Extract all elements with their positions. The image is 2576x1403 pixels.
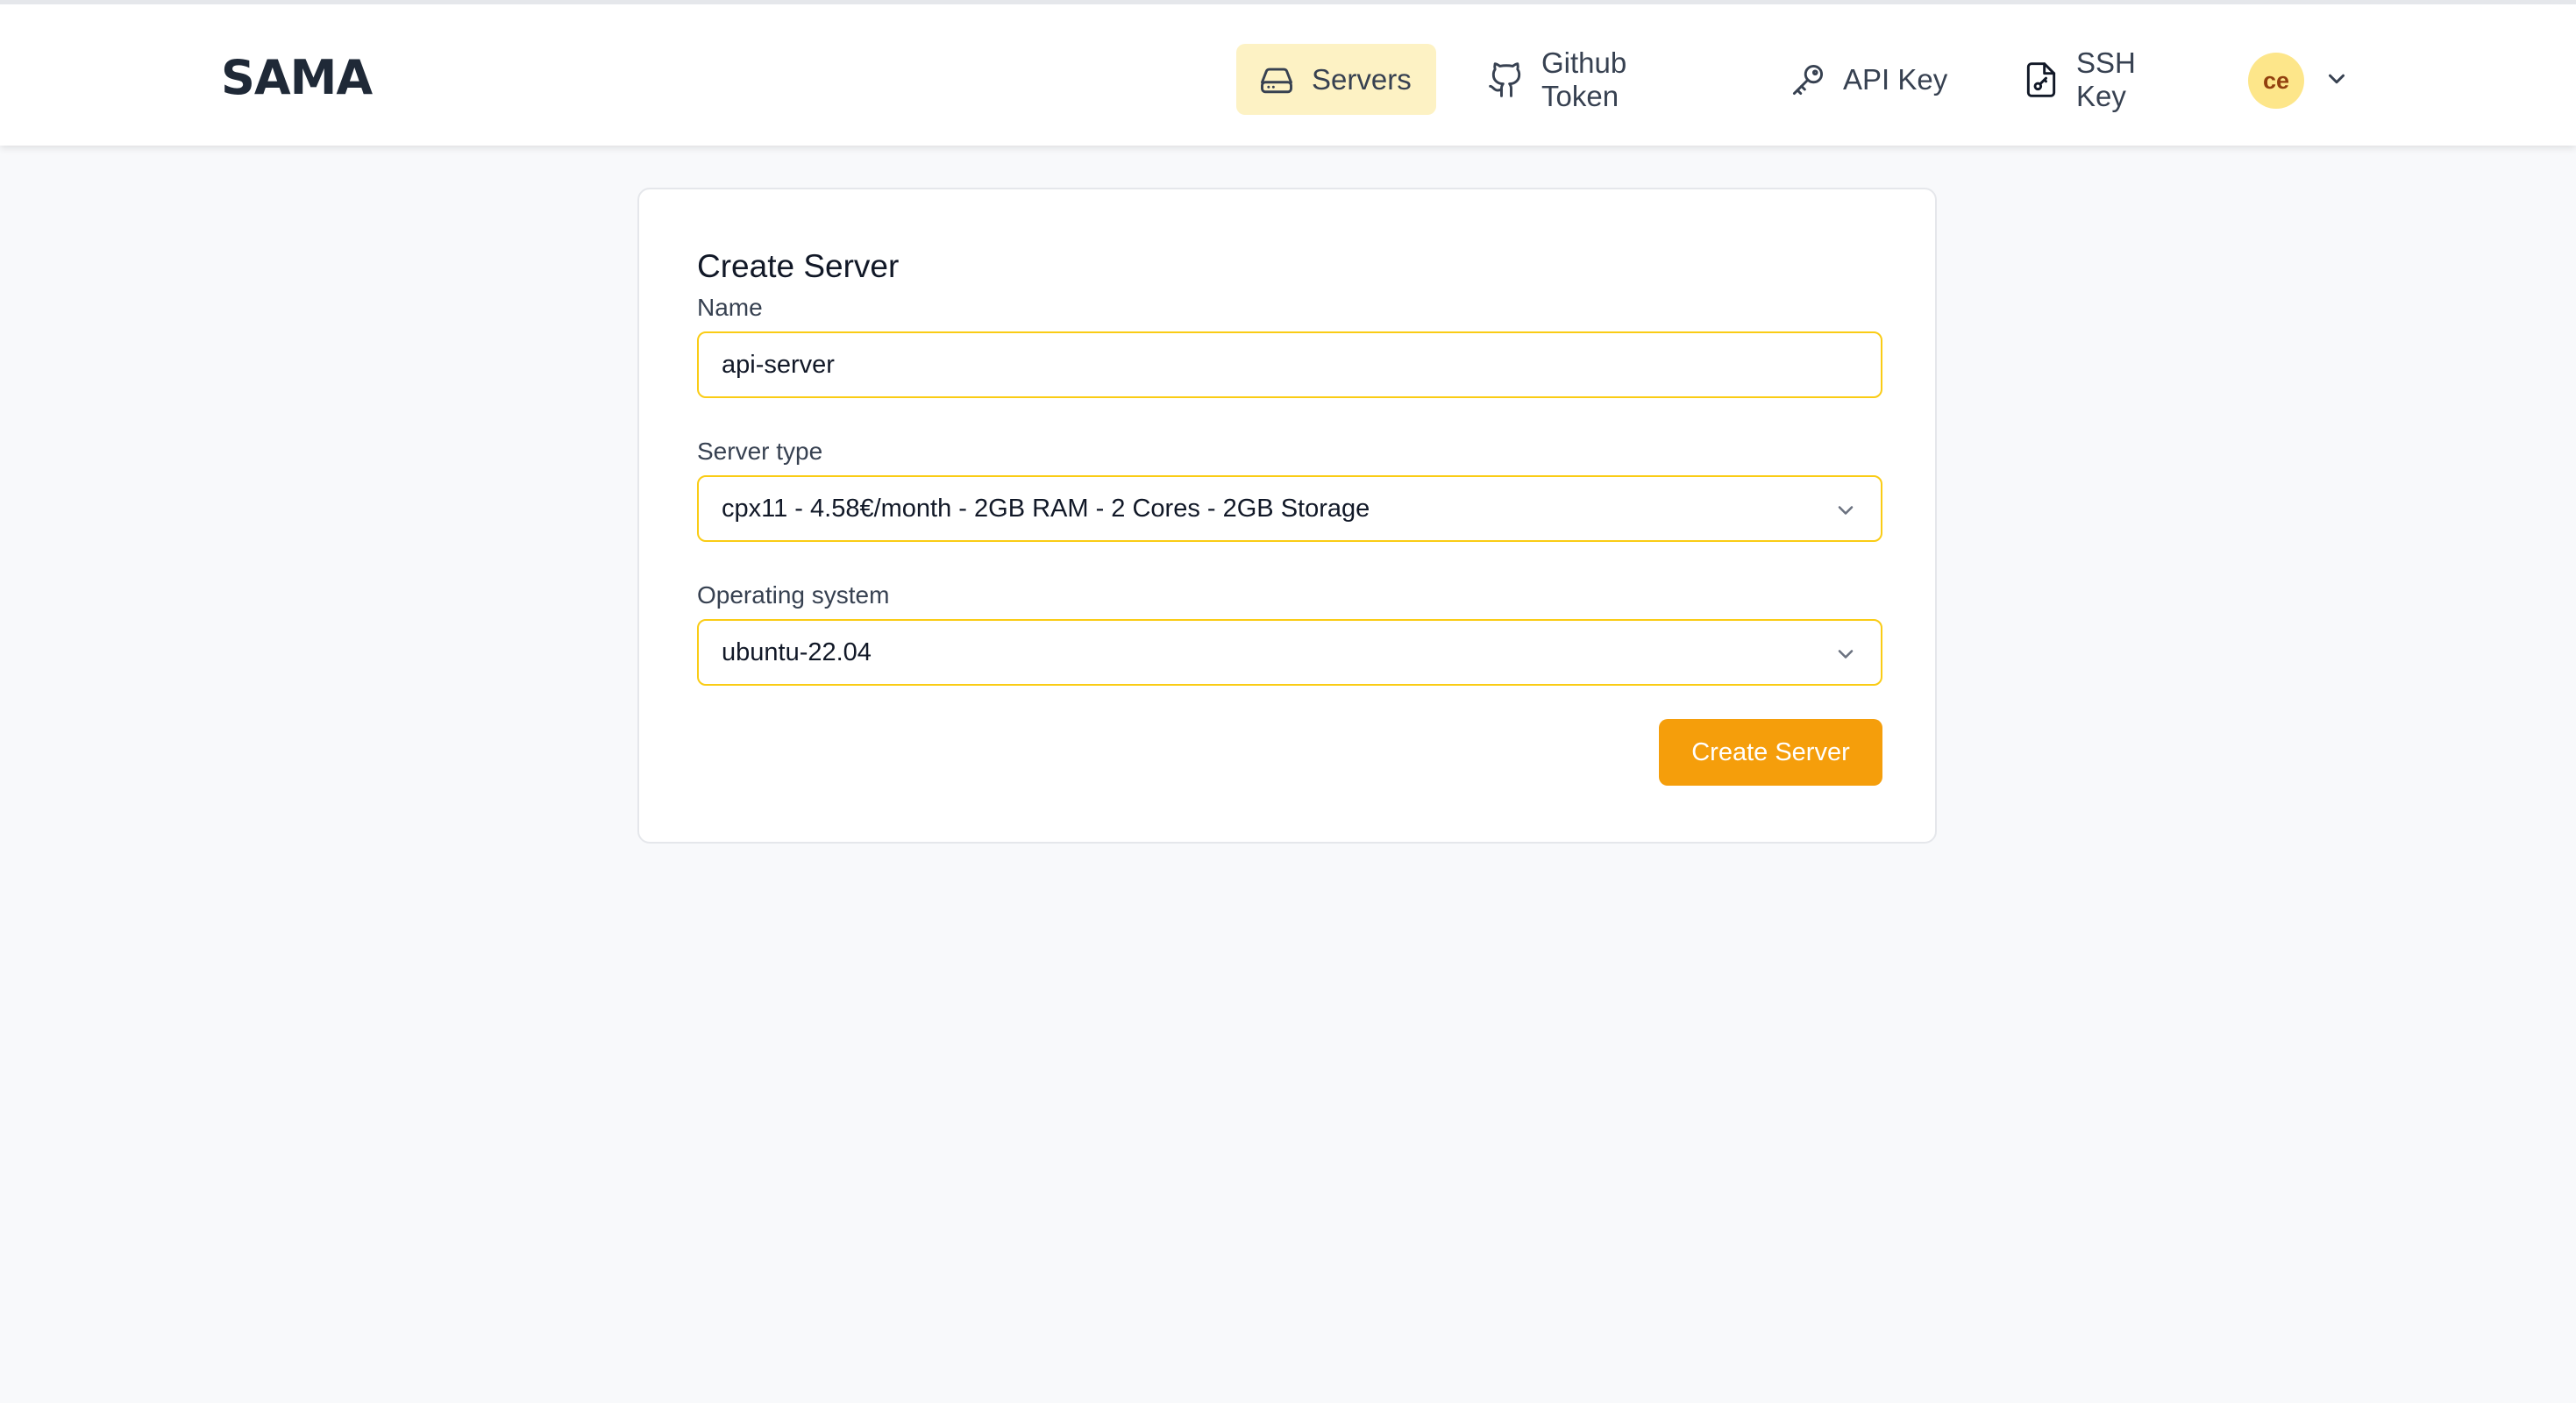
name-label: Name: [697, 294, 763, 321]
create-server-card: Create Server Name api-server Server typ…: [637, 188, 1937, 844]
nav-item-label: API Key: [1843, 62, 1948, 96]
create-server-button[interactable]: Create Server: [1659, 719, 1882, 786]
server-type-select[interactable]: cpx11 - 4.58€/month - 2GB RAM - 2 Cores …: [697, 475, 1882, 542]
operating-system-value: ubuntu-22.04: [722, 637, 872, 666]
chevron-down-icon[interactable]: [2323, 66, 2350, 92]
app-logo[interactable]: SAMA: [221, 46, 373, 110]
chevron-down-icon: [1833, 498, 1858, 523]
top-navigation-bar: SAMA Servers Github Token API Key SSH Ke…: [0, 0, 2576, 146]
nav-item-ssh-key[interactable]: SSH Key: [2001, 44, 2204, 115]
nav-item-github-token[interactable]: Github Token: [1466, 44, 1731, 115]
key-icon: [1789, 61, 1827, 99]
github-icon: [1487, 61, 1526, 99]
name-input[interactable]: api-server: [697, 331, 1882, 398]
server-type-label: Server type: [697, 438, 823, 465]
form-title: Create Server: [697, 248, 900, 284]
name-value: api-server: [722, 350, 835, 379]
operating-system-select[interactable]: ubuntu-22.04: [697, 619, 1882, 686]
server-type-value: cpx11 - 4.58€/month - 2GB RAM - 2 Cores …: [722, 494, 1370, 523]
nav-item-servers[interactable]: Servers: [1236, 44, 1436, 115]
nav-item-label: Github Token: [1541, 46, 1627, 112]
file-key-icon: [2022, 61, 2060, 99]
operating-system-label: Operating system: [697, 581, 890, 609]
user-avatar[interactable]: ce: [2248, 53, 2304, 109]
chevron-down-icon: [1833, 642, 1858, 666]
nav-item-label: Servers: [1312, 62, 1412, 96]
server-icon: [1257, 61, 1296, 99]
nav-item-api-key[interactable]: API Key: [1768, 44, 1982, 115]
nav-item-label: SSH Key: [2076, 46, 2136, 112]
